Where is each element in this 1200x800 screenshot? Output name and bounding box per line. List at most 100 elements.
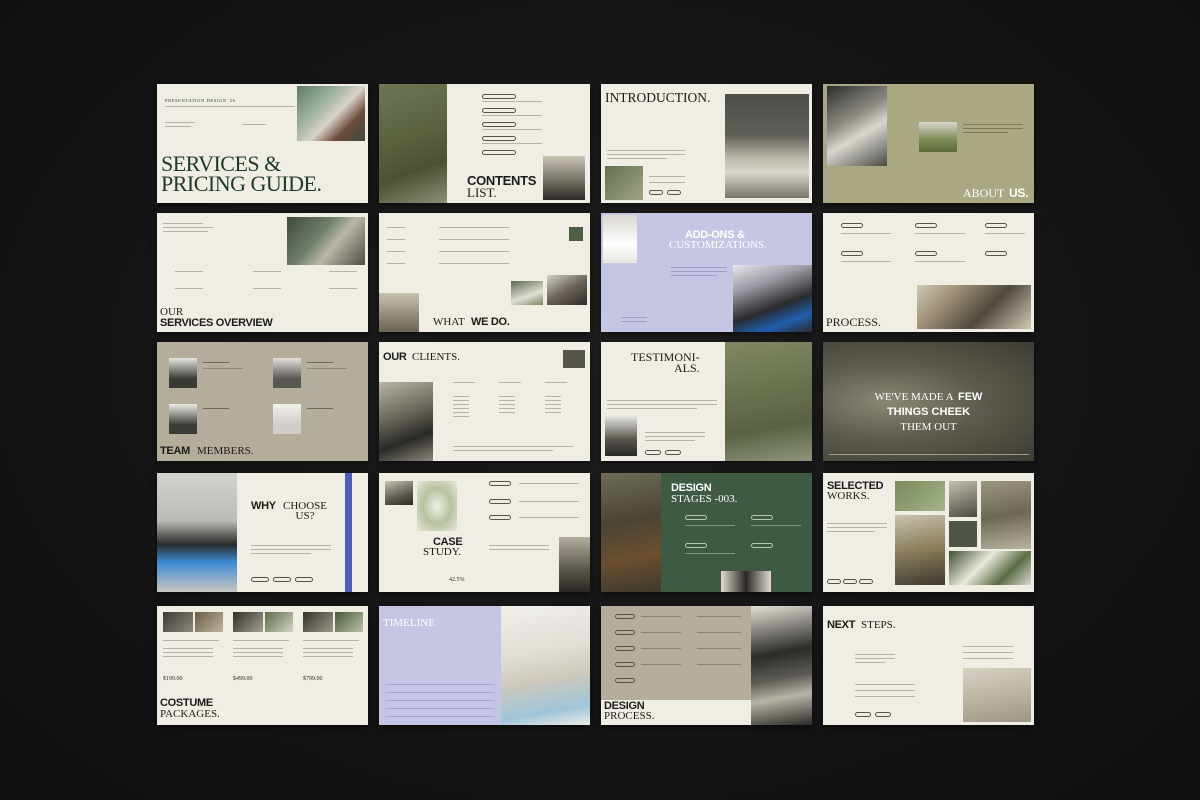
photo-team-member bbox=[169, 358, 197, 388]
process-step bbox=[841, 223, 863, 228]
timeline-row bbox=[385, 684, 495, 686]
text-line bbox=[855, 690, 915, 692]
text-line bbox=[251, 553, 311, 555]
photo-work bbox=[895, 481, 945, 511]
text-line bbox=[607, 158, 667, 160]
case-label bbox=[489, 515, 511, 520]
package-photo bbox=[195, 612, 223, 632]
text-line bbox=[545, 396, 561, 398]
text-line bbox=[163, 640, 219, 642]
contents-item bbox=[482, 108, 516, 113]
package-price-basic: $199.00 bbox=[163, 676, 183, 682]
slide-title-light: CHOOSE US? bbox=[283, 500, 328, 523]
text-line bbox=[303, 640, 359, 642]
slide-process[interactable]: PROCESS. bbox=[823, 213, 1034, 332]
divider bbox=[165, 106, 295, 107]
text-line bbox=[963, 124, 1023, 126]
slide-title: SERVICES & PRICING GUIDE. bbox=[161, 151, 322, 197]
text-line bbox=[163, 223, 203, 225]
text-line bbox=[607, 150, 685, 152]
text-line bbox=[915, 233, 965, 235]
slide-introduction[interactable]: INTRODUCTION. bbox=[601, 84, 812, 203]
slide-about-us[interactable]: ABOUT US. bbox=[823, 84, 1034, 203]
text-line bbox=[697, 648, 741, 650]
photo-work bbox=[895, 515, 945, 585]
text-line bbox=[165, 122, 195, 124]
text-line bbox=[671, 271, 727, 273]
text-line bbox=[499, 408, 515, 410]
text-line bbox=[439, 263, 509, 265]
photo-lilies bbox=[949, 551, 1031, 585]
slide-next-steps[interactable]: NEXT STEPS. bbox=[823, 606, 1034, 725]
headline-bold-2: THINGS CHEEK bbox=[886, 406, 971, 419]
photo-laptop bbox=[963, 668, 1031, 722]
slide-title: PROCESS. bbox=[826, 315, 882, 329]
slide-what-we-do[interactable]: WHAT WE DO. bbox=[379, 213, 590, 332]
text-line bbox=[827, 531, 875, 533]
text-line bbox=[697, 616, 741, 618]
headline-bold: FEW bbox=[957, 391, 983, 403]
slide-title-bold: OUR bbox=[383, 351, 407, 363]
slide-few-things[interactable]: WE'VE MADE A FEW THINGS CHEEK THEM OUT bbox=[823, 342, 1034, 461]
text-line bbox=[175, 288, 203, 290]
process-step bbox=[915, 251, 937, 256]
slide-title: TESTIMONI- ALS. bbox=[631, 350, 700, 376]
slide-why-choose-us[interactable]: WHY CHOOSE US? bbox=[157, 473, 368, 592]
tag-pill bbox=[859, 579, 873, 584]
slide-team-members[interactable]: TEAM MEMBERS. bbox=[157, 342, 368, 461]
slide-design-stages[interactable]: DESIGN STAGES -003. bbox=[601, 473, 812, 592]
photo-thumb bbox=[605, 416, 637, 456]
package-price-standard: $499.00 bbox=[233, 676, 253, 682]
slide-title-bold: WE DO. bbox=[471, 316, 510, 328]
slide-testimonials[interactable]: TESTIMONI- ALS. bbox=[601, 342, 812, 461]
slide-contents-list[interactable]: CONTENTS LIST. bbox=[379, 84, 590, 203]
blue-ribbon bbox=[345, 473, 352, 592]
slide-design-process[interactable]: DESIGN PROCESS. bbox=[601, 606, 812, 725]
stage-pill bbox=[751, 515, 773, 520]
tag-pill bbox=[645, 450, 661, 455]
slide-title: TIMELINE bbox=[383, 617, 435, 629]
text-line bbox=[545, 412, 561, 414]
text-line bbox=[855, 658, 895, 660]
slide-title-light: CLIENTS. bbox=[412, 351, 460, 363]
slide-timeline[interactable]: TIMELINE bbox=[379, 606, 590, 725]
text-line bbox=[963, 646, 1013, 648]
text-line bbox=[649, 182, 685, 184]
photo-green-coat bbox=[379, 84, 447, 203]
tag-pill bbox=[295, 577, 313, 582]
timeline-row bbox=[385, 700, 495, 702]
text-line bbox=[251, 545, 331, 547]
photo-work bbox=[949, 521, 977, 547]
slide-kicker: PRESENTATION DESIGN '26 bbox=[165, 98, 236, 103]
text-line bbox=[203, 368, 243, 370]
process-label bbox=[615, 614, 635, 619]
headline-light: WE'VE MADE A bbox=[874, 391, 954, 403]
text-line bbox=[489, 545, 549, 547]
slide-add-ons[interactable]: ADD-ONS & CUSTOMIZATIONS. bbox=[601, 213, 812, 332]
text-line bbox=[985, 233, 1025, 235]
timeline-row bbox=[385, 708, 495, 710]
text-line bbox=[915, 261, 965, 263]
slide-our-clients[interactable]: OUR CLIENTS. bbox=[379, 342, 590, 461]
text-line bbox=[963, 652, 1013, 654]
slide-case-study[interactable]: CASE STUDY. 42.5% bbox=[379, 473, 590, 592]
slide-services-pricing[interactable]: PRESENTATION DESIGN '26 SERVICES & PRICI… bbox=[157, 84, 368, 203]
text-line bbox=[439, 227, 509, 229]
text-line bbox=[453, 382, 475, 384]
photo-calla-lily bbox=[417, 481, 457, 531]
slide-costume-packages[interactable]: $199.00 $499.00 $799.00 COSTUME PACKAGES… bbox=[157, 606, 368, 725]
text-line bbox=[827, 523, 887, 525]
text-line bbox=[645, 436, 705, 438]
photo-green-bag bbox=[919, 122, 957, 152]
text-line bbox=[671, 267, 727, 269]
package-price-premium: $799.00 bbox=[303, 676, 323, 682]
slide-selected-works[interactable]: SELECTED WORKS. bbox=[823, 473, 1034, 592]
tag-pill bbox=[251, 577, 269, 582]
tag-pill bbox=[855, 712, 871, 717]
text-line bbox=[827, 527, 887, 529]
text-line bbox=[165, 126, 191, 128]
tag-pill bbox=[875, 712, 891, 717]
slide-title-light: STEPS. bbox=[861, 619, 896, 631]
text-line bbox=[545, 382, 567, 384]
slide-services-overview[interactable]: OUR SERVICES OVERVIEW bbox=[157, 213, 368, 332]
